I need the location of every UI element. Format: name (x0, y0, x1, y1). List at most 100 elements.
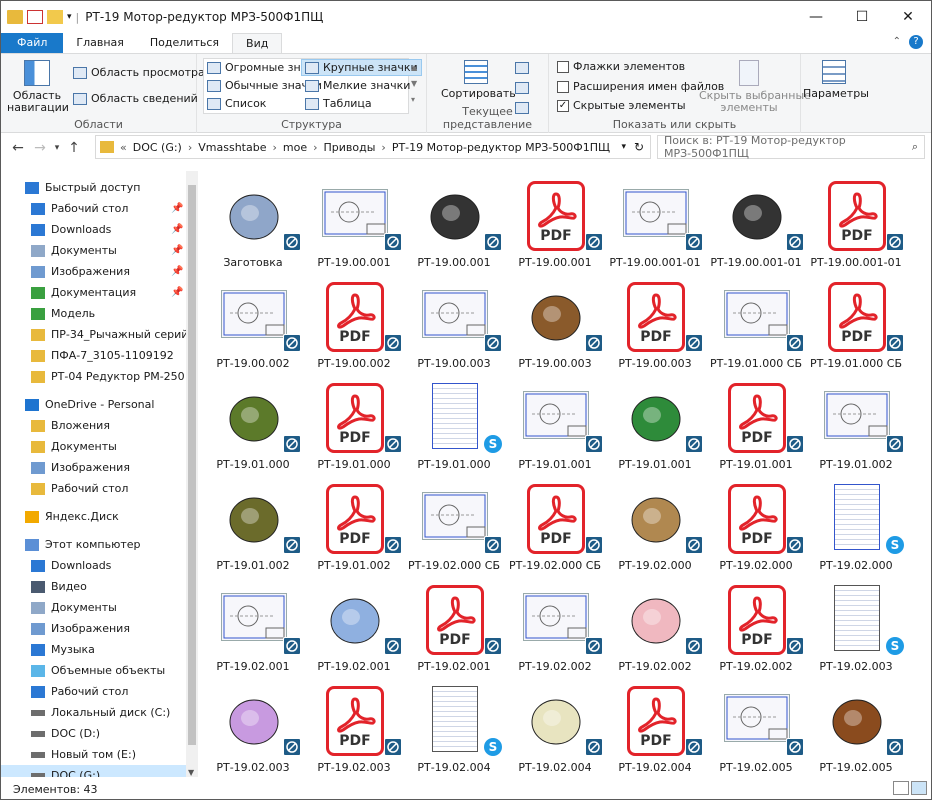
file-item[interactable]: PDF РТ-19.02.003 (304, 680, 404, 777)
file-item[interactable]: РТ-19.01.001 (505, 377, 605, 477)
file-item[interactable]: РТ-19.02.000 (605, 478, 705, 578)
file-item[interactable]: PDF РТ-19.00.001-01 (806, 175, 906, 275)
hide-selected-button[interactable]: Скрыть выбранные элементы (699, 60, 811, 114)
help-icon[interactable]: ? (909, 35, 923, 49)
file-item[interactable]: PDF РТ-19.02.001 (404, 579, 504, 679)
breadcrumb-chevron-icon[interactable]: › (379, 141, 387, 154)
file-item[interactable]: РТ-19.00.001-01 (605, 175, 705, 275)
file-item[interactable]: РТ-19.01.000 (203, 377, 303, 477)
minimize-button[interactable]: — (793, 1, 839, 33)
up-icon[interactable]: ↑ (63, 140, 85, 156)
tab-share[interactable]: Поделиться (137, 33, 232, 53)
search-box[interactable]: Поиск в: РТ-19 Мотор-редуктор МРЗ-500Ф1П… (657, 134, 925, 160)
file-item[interactable]: PDF РТ-19.02.000 (706, 478, 806, 578)
file-item[interactable]: РТ-19.00.001-01 (706, 175, 806, 275)
nav-item[interactable]: Документация 📌 (1, 282, 186, 303)
layout-small-icons[interactable]: Мелкие значки (305, 79, 410, 92)
breadcrumb-privody[interactable]: Приводы (320, 141, 380, 154)
file-item[interactable]: РТ-19.00.001 (404, 175, 504, 275)
file-item[interactable]: РТ-19.00.002 (203, 276, 303, 376)
nav-pane-button[interactable]: Область навигации (7, 60, 69, 114)
file-item[interactable]: РТ-19.01.001 (605, 377, 705, 477)
file-item[interactable]: РТ-19.02.002 (505, 579, 605, 679)
file-item[interactable]: РТ-19.02.005 (706, 680, 806, 777)
tab-view[interactable]: Вид (232, 33, 283, 53)
preview-pane-button[interactable]: Область просмотра (73, 66, 205, 79)
file-item[interactable]: РТ-19.00.003 (505, 276, 605, 376)
close-button[interactable]: ✕ (885, 1, 931, 33)
breadcrumb-doc-g[interactable]: DOC (G:) (129, 141, 186, 154)
file-item[interactable]: S РТ-19.02.004 (404, 680, 504, 777)
back-icon[interactable]: ← (7, 140, 29, 156)
file-item[interactable]: PDF РТ-19.01.000 (304, 377, 404, 477)
checkbox-hidden-items[interactable]: ✓ Скрытые элементы (557, 99, 686, 112)
content-scrollbar[interactable] (915, 171, 931, 777)
properties-icon[interactable] (27, 10, 43, 24)
sort-button[interactable]: Сортировать (441, 60, 516, 100)
file-item[interactable]: PDF РТ-19.02.002 (706, 579, 806, 679)
breadcrumb-overflow[interactable]: « (118, 141, 129, 154)
layout-list[interactable]: Список (207, 97, 266, 110)
nav-item[interactable]: Этот компьютер (1, 534, 186, 555)
file-item[interactable]: PDF РТ-19.01.002 (304, 478, 404, 578)
file-item[interactable]: S РТ-19.02.000 (806, 478, 906, 578)
breadcrumb-vmasshtabe[interactable]: Vmasshtabe (194, 141, 270, 154)
nav-item[interactable]: Документы (1, 597, 186, 618)
address-bar[interactable]: « DOC (G:) › Vmasshtabe › moe › Приводы › РТ… (95, 135, 651, 159)
nav-item[interactable]: Изображения (1, 618, 186, 639)
nav-item[interactable]: OneDrive - Personal (1, 394, 186, 415)
tab-file[interactable]: Файл (1, 33, 64, 53)
maximize-button[interactable]: ☐ (839, 1, 885, 33)
breadcrumb-current[interactable]: РТ-19 Мотор-редуктор МРЗ-500Ф1ПЩ (388, 141, 614, 154)
nav-item[interactable]: Документы (1, 436, 186, 457)
file-item[interactable]: РТ-19.00.001 (304, 175, 404, 275)
tab-home[interactable]: Главная (63, 33, 137, 53)
gallery-scroll-icon[interactable]: ▲ ▼ ▾ (411, 60, 417, 108)
file-item[interactable]: Заготовка (203, 175, 303, 275)
nav-scrollbar[interactable]: ▼ (186, 171, 198, 777)
file-item[interactable]: РТ-19.00.003 (404, 276, 504, 376)
pin-icon[interactable]: 📌 (171, 287, 183, 298)
nav-item[interactable]: Документы 📌 (1, 240, 186, 261)
pin-icon[interactable]: 📌 (171, 203, 183, 214)
nav-item[interactable]: Изображения 📌 (1, 261, 186, 282)
nav-item[interactable]: Рабочий стол 📌 (1, 198, 186, 219)
breadcrumb-moe[interactable]: moe (279, 141, 311, 154)
layout-details[interactable]: Таблица (305, 97, 372, 110)
qat-dropdown-icon[interactable]: ▾ (67, 12, 72, 22)
nav-item[interactable]: Объемные объекты (1, 660, 186, 681)
add-columns-icon[interactable] (515, 82, 529, 94)
nav-item[interactable]: Яндекс.Диск (1, 506, 186, 527)
file-item[interactable]: РТ-19.02.001 (304, 579, 404, 679)
file-item[interactable]: PDF РТ-19.00.003 (605, 276, 705, 376)
scroll-down-icon[interactable]: ▼ (188, 768, 194, 777)
file-item[interactable]: PDF РТ-19.02.004 (605, 680, 705, 777)
breadcrumb-chevron-icon[interactable]: › (311, 141, 319, 154)
nav-item[interactable]: Downloads (1, 555, 186, 576)
file-item[interactable]: S РТ-19.01.000 (404, 377, 504, 477)
address-dropdown-icon[interactable]: ▾ (621, 142, 626, 152)
file-item[interactable]: РТ-19.01.002 (806, 377, 906, 477)
nav-item[interactable]: Рабочий стол (1, 478, 186, 499)
search-input[interactable]: Поиск в: РТ-19 Мотор-редуктор МРЗ-500Ф1П… (664, 134, 924, 160)
nav-scrollbar-thumb[interactable] (188, 185, 196, 745)
file-item[interactable]: РТ-19.01.000 СБ (706, 276, 806, 376)
forward-icon[interactable]: → (29, 140, 51, 156)
collapse-ribbon-icon[interactable]: ⌃ (893, 36, 901, 47)
group-by-icon[interactable] (515, 62, 529, 74)
file-item[interactable]: РТ-19.01.002 (203, 478, 303, 578)
large-icons-view-button[interactable] (911, 781, 927, 795)
details-pane-button[interactable]: Область сведений (73, 92, 198, 105)
pin-icon[interactable]: 📌 (171, 224, 183, 235)
nav-item[interactable]: Модель (1, 303, 186, 324)
pin-icon[interactable]: 📌 (171, 266, 183, 277)
file-item[interactable]: PDF РТ-19.01.001 (706, 377, 806, 477)
nav-item[interactable]: ПФА-7_3105-1109192 (1, 345, 186, 366)
file-item[interactable]: РТ-19.02.005 (806, 680, 906, 777)
file-item[interactable]: PDF РТ-19.00.001 (505, 175, 605, 275)
nav-item[interactable]: ПР-34_Рычажный серийный (1, 324, 186, 345)
options-button[interactable]: Параметры (803, 60, 869, 100)
nav-item[interactable]: Новый том (E:) (1, 744, 186, 765)
file-item[interactable]: РТ-19.02.002 (605, 579, 705, 679)
layout-large-icons[interactable]: Крупные значки (301, 59, 422, 76)
